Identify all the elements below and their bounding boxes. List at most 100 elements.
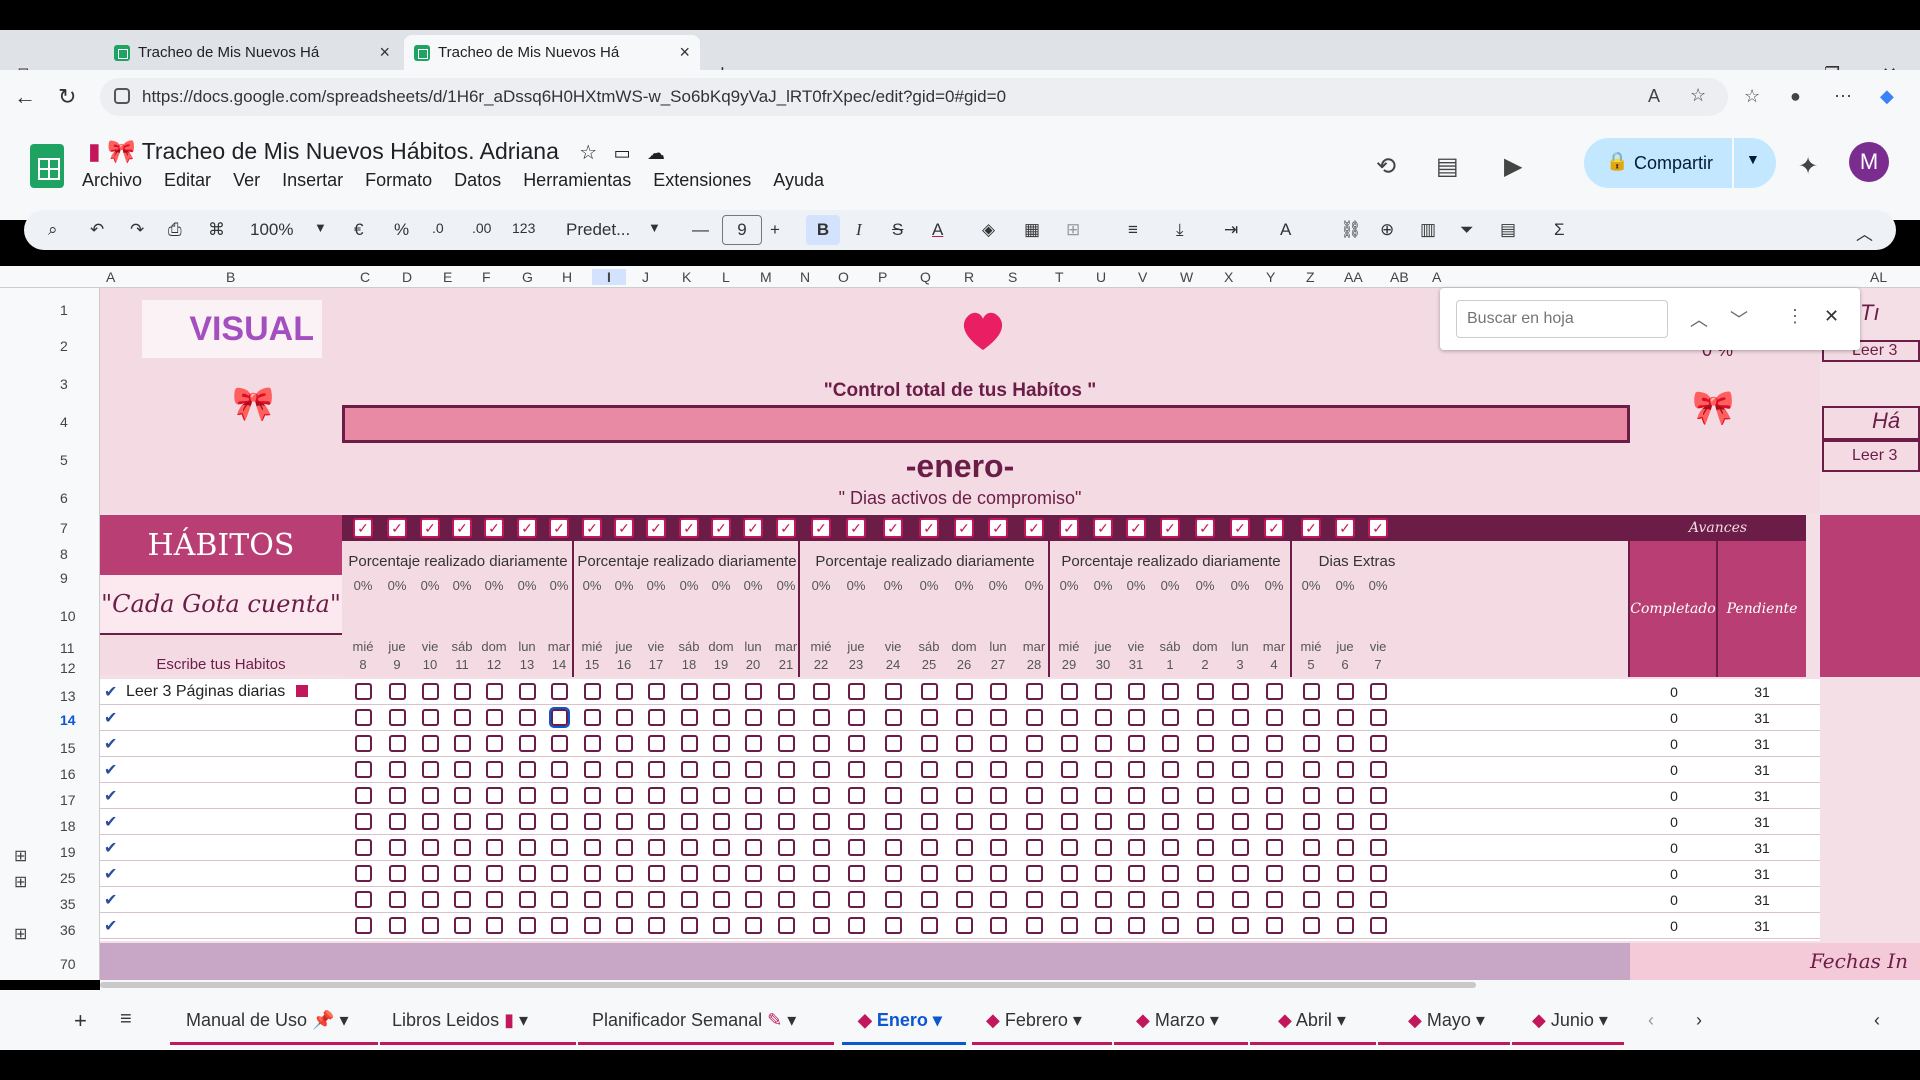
habit-checkbox[interactable]	[1061, 709, 1078, 726]
habit-checkbox[interactable]	[355, 761, 372, 778]
expand-group-icon[interactable]: ⊞	[14, 872, 27, 892]
habit-checkbox[interactable]	[956, 917, 973, 934]
header-checkbox[interactable]: ✓	[883, 518, 903, 538]
habit-checkbox[interactable]	[1197, 787, 1214, 804]
habit-checkbox[interactable]	[389, 735, 406, 752]
habit-checkbox[interactable]	[486, 839, 503, 856]
habit-checkbox[interactable]	[848, 891, 865, 908]
habit-checkbox[interactable]	[1197, 709, 1214, 726]
habit-checkbox[interactable]	[1061, 839, 1078, 856]
habit-checkbox[interactable]	[1162, 917, 1179, 934]
habit-checkbox[interactable]	[616, 891, 633, 908]
habit-checkbox[interactable]	[1197, 813, 1214, 830]
habit-checkbox[interactable]	[813, 735, 830, 752]
col-header[interactable]: A	[106, 269, 115, 285]
habit-checkbox[interactable]	[1232, 787, 1249, 804]
horizontal-scrollbar[interactable]	[100, 980, 1920, 990]
habit-checkbox[interactable]	[1337, 735, 1354, 752]
habit-checkbox[interactable]	[519, 787, 536, 804]
header-checkbox[interactable]: ✓	[1160, 518, 1180, 538]
habit-checkbox[interactable]	[422, 917, 439, 934]
habit-checkbox[interactable]	[584, 839, 601, 856]
habit-checkbox[interactable]	[389, 761, 406, 778]
habit-checkbox[interactable]	[422, 735, 439, 752]
header-checkbox[interactable]: ✓	[614, 518, 634, 538]
merge-cells-icon[interactable]: ⊞	[1066, 220, 1080, 240]
habit-checkbox[interactable]	[584, 683, 601, 700]
habit-checkbox[interactable]	[616, 709, 633, 726]
expand-group-icon[interactable]: ⊞	[14, 846, 27, 866]
habit-checkbox[interactable]	[1303, 917, 1320, 934]
habit-checkbox[interactable]	[549, 707, 570, 728]
insert-link-icon[interactable]: ⛓	[1340, 220, 1362, 240]
row-header[interactable]: 3	[60, 376, 68, 392]
habit-checkbox[interactable]	[648, 917, 665, 934]
habit-checkbox[interactable]	[1337, 683, 1354, 700]
header-checkbox[interactable]: ✓	[1368, 518, 1388, 538]
habit-checkbox[interactable]	[422, 865, 439, 882]
col-header[interactable]: K	[682, 269, 691, 285]
col-header[interactable]: C	[360, 269, 370, 285]
increase-decimal-button[interactable]: .00	[472, 220, 491, 236]
habit-checkbox[interactable]	[1026, 839, 1043, 856]
row-header[interactable]: 7	[60, 520, 68, 536]
habit-checkbox[interactable]	[1095, 891, 1112, 908]
habit-checkbox[interactable]	[486, 761, 503, 778]
habit-checkbox[interactable]	[486, 891, 503, 908]
header-checkbox[interactable]: ✓	[1195, 518, 1215, 538]
habit-checkbox[interactable]	[713, 839, 730, 856]
add-sheet-icon[interactable]: +	[74, 1008, 87, 1034]
habit-checkbox[interactable]	[486, 735, 503, 752]
habit-checkbox[interactable]	[648, 709, 665, 726]
habit-checkbox[interactable]	[1026, 683, 1043, 700]
row-header[interactable]: 10	[60, 608, 76, 624]
habit-checkbox[interactable]	[713, 735, 730, 752]
header-checkbox[interactable]: ✓	[582, 518, 602, 538]
habit-checkbox[interactable]	[713, 813, 730, 830]
habit-checkbox[interactable]	[885, 839, 902, 856]
zoom-select[interactable]: 100%	[250, 220, 293, 240]
header-checkbox[interactable]: ✓	[846, 518, 866, 538]
habit-checkbox[interactable]	[681, 735, 698, 752]
habit-checkbox[interactable]	[616, 787, 633, 804]
row-header[interactable]: 16	[60, 766, 76, 782]
habit-checkbox[interactable]	[355, 709, 372, 726]
habit-checkbox[interactable]	[551, 891, 568, 908]
habit-checkbox[interactable]	[1162, 813, 1179, 830]
habit-checkbox[interactable]	[1026, 813, 1043, 830]
font-size-input[interactable]: 9	[722, 215, 762, 245]
habit-checkbox[interactable]	[713, 683, 730, 700]
font-dropdown-icon[interactable]: ▼	[648, 220, 661, 235]
habit-checkbox[interactable]	[616, 813, 633, 830]
header-checkbox[interactable]: ✓	[1059, 518, 1079, 538]
habit-checkbox[interactable]	[1370, 709, 1387, 726]
gemini-icon[interactable]: ✦	[1798, 152, 1818, 181]
col-header[interactable]: H	[562, 269, 572, 285]
habit-checkbox[interactable]	[885, 813, 902, 830]
habit-checkbox[interactable]	[921, 735, 938, 752]
previous-match-icon[interactable]: ︿	[1690, 306, 1708, 332]
meet-icon[interactable]: ▶	[1504, 152, 1522, 181]
habit-checkbox[interactable]	[745, 761, 762, 778]
habit-checkbox[interactable]	[848, 865, 865, 882]
habit-checkbox[interactable]	[681, 917, 698, 934]
currency-format-button[interactable]: €	[354, 220, 363, 240]
habit-checkbox[interactable]	[990, 891, 1007, 908]
header-checkbox[interactable]: ✓	[1024, 518, 1044, 538]
col-header[interactable]: M	[760, 269, 772, 285]
habit-checkbox[interactable]	[1162, 761, 1179, 778]
habit-checkbox[interactable]	[422, 813, 439, 830]
header-checkbox[interactable]: ✓	[387, 518, 407, 538]
habit-checkbox[interactable]	[681, 787, 698, 804]
habit-checkbox[interactable]	[1197, 683, 1214, 700]
habit-checkbox[interactable]	[745, 735, 762, 752]
scroll-tabs-left-icon[interactable]: ‹	[1648, 1010, 1654, 1031]
sheet-tab-planificador[interactable]: Planificador Semanal ✎ ▾	[592, 1010, 796, 1031]
paint-format-icon[interactable]: ⌘	[208, 220, 225, 240]
habit-checkbox[interactable]	[990, 865, 1007, 882]
habit-checkbox[interactable]	[1303, 735, 1320, 752]
habit-checkbox[interactable]	[1303, 683, 1320, 700]
habit-checkbox[interactable]	[885, 735, 902, 752]
habit-checkbox[interactable]	[990, 839, 1007, 856]
habit-checkbox[interactable]	[519, 839, 536, 856]
